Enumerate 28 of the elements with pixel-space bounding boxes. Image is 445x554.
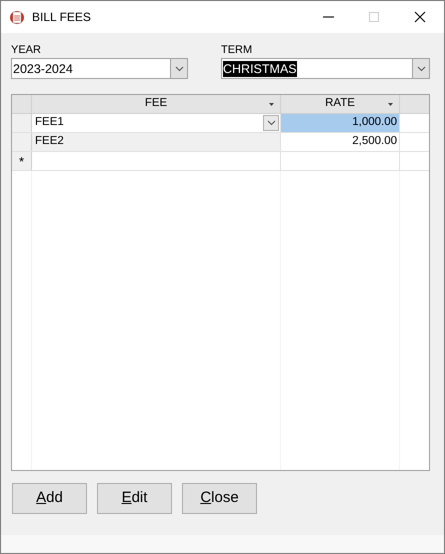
fee-text: FEE2 xyxy=(35,134,64,150)
dialog-button[interactable]: Edit xyxy=(97,483,172,514)
column-header[interactable]: FEE xyxy=(32,95,281,113)
minimize-icon[interactable] xyxy=(323,16,334,18)
dropdown-value: 2023-2024 xyxy=(13,60,73,76)
sort-caret-icon xyxy=(388,103,393,106)
fee-cell[interactable]: FEE2 xyxy=(32,133,281,151)
dropdown-value: CHRISTMAS xyxy=(223,60,297,76)
sort-caret-icon xyxy=(269,103,274,106)
dropdown-button[interactable] xyxy=(170,59,187,78)
chevron-down-icon xyxy=(416,66,426,72)
dialog-button[interactable]: Close xyxy=(182,483,257,514)
close-icon[interactable] xyxy=(414,11,426,23)
fee-text: FEE1 xyxy=(35,115,64,130)
dropdown-field[interactable]: 2023-2024 xyxy=(11,58,188,79)
dropdown-button[interactable] xyxy=(263,115,279,131)
rate-cell[interactable]: 1,000.00 xyxy=(281,114,400,132)
new-row-marker: * xyxy=(18,154,24,168)
column-header[interactable]: RATE xyxy=(281,95,400,113)
window-title: BILL FEES xyxy=(32,9,91,26)
dropdown-field[interactable]: CHRISTMAS xyxy=(221,58,430,79)
field-label: YEAR xyxy=(11,43,42,57)
dialog-button[interactable]: Add xyxy=(12,483,87,514)
chevron-down-icon xyxy=(174,66,184,72)
chevron-down-icon xyxy=(266,120,276,126)
app-icon xyxy=(9,9,25,25)
field-label: TERM xyxy=(221,43,254,57)
dropdown-button[interactable] xyxy=(412,59,429,78)
